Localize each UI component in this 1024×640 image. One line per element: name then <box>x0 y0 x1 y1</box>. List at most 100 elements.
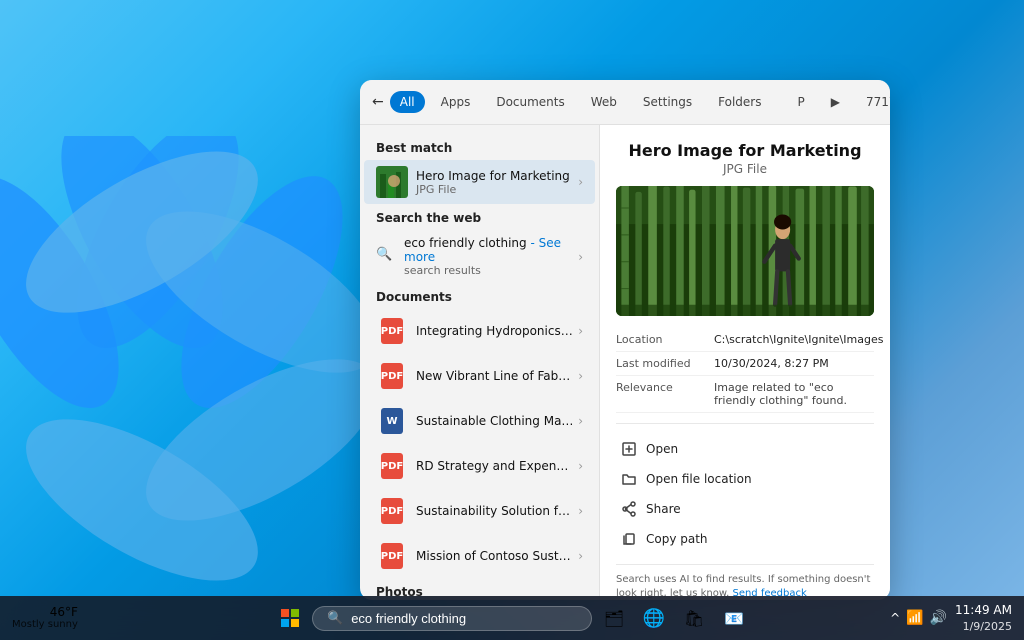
meta-location-value: C:\scratch\Ignite\Ignite\Images <box>714 333 883 346</box>
tab-documents[interactable]: Documents <box>486 91 574 113</box>
folder-icon <box>620 470 638 488</box>
tab-apps[interactable]: Apps <box>431 91 481 113</box>
share-icon <box>620 500 638 518</box>
action-list: Open Open file location Share <box>616 434 874 554</box>
search-window: ← All Apps Documents Web Settings Folder… <box>360 80 890 600</box>
detail-subtitle: JPG File <box>616 162 874 176</box>
meta-relevance: Relevance Image related to "eco friendly… <box>616 376 874 413</box>
taskbar-search-icon: 🔍 <box>327 611 343 626</box>
detail-title: Hero Image for Marketing <box>616 141 874 160</box>
action-copy-path[interactable]: Copy path <box>616 524 874 554</box>
doc-arrow-3: › <box>578 459 583 473</box>
doc-item-4[interactable]: PDF Sustainability Solution for Future .… <box>364 489 595 533</box>
doc-name-2: Sustainable Clothing Marketing ... <box>416 414 574 428</box>
web-search-item[interactable]: 🔍 eco friendly clothing - See more searc… <box>364 230 595 283</box>
best-match-icon <box>376 166 408 198</box>
best-match-header: Best match <box>360 135 599 159</box>
best-match-name: Hero Image for Marketing <box>416 169 574 183</box>
weather-temp: 46°F <box>12 605 78 619</box>
windows-bloom <box>0 136 380 596</box>
taskbar-right: ^ 📶 🔊 11:49 AM 1/9/2025 <box>890 602 1012 634</box>
window-toolbar: ← All Apps Documents Web Settings Folder… <box>360 80 890 125</box>
tab-all[interactable]: All <box>390 91 425 113</box>
taskbar-center: 🔍 🗂 🌐 🛍 📧 <box>272 600 752 636</box>
sound-icon[interactable]: 🔊 <box>930 610 947 626</box>
chevron-icon[interactable]: ^ <box>890 611 900 625</box>
back-button[interactable]: ← <box>372 88 384 116</box>
doc-arrow-5: › <box>578 549 583 563</box>
doc-icon-5: PDF <box>376 540 408 572</box>
taskbar-store[interactable]: 🛍 <box>676 600 712 636</box>
detail-meta: Location C:\scratch\Ignite\Ignite\Images… <box>616 328 874 413</box>
taskbar-left: 46°F Mostly sunny <box>12 605 86 631</box>
doc-icon-3: PDF <box>376 450 408 482</box>
left-panel: Best match Hero Image for Marketing JPG … <box>360 125 600 600</box>
doc-arrow-4: › <box>578 504 583 518</box>
web-search-content: eco friendly clothing - See more search … <box>404 236 574 277</box>
doc-icon-0: PDF <box>376 315 408 347</box>
meta-modified: Last modified 10/30/2024, 8:27 PM <box>616 352 874 376</box>
tab-settings[interactable]: Settings <box>633 91 702 113</box>
copy-icon <box>620 530 638 548</box>
action-open-label: Open <box>646 442 678 456</box>
system-icons: ^ 📶 🔊 <box>890 610 947 626</box>
doc-text-5: Mission of Contoso Sustainable F... <box>416 549 574 563</box>
doc-text-0: Integrating Hydroponics in Manu... <box>416 324 574 338</box>
start-button[interactable] <box>272 600 308 636</box>
documents-header: Documents <box>360 284 599 308</box>
web-search-sub: search results <box>404 264 574 277</box>
window-body: Best match Hero Image for Marketing JPG … <box>360 125 890 600</box>
detail-image <box>616 186 874 316</box>
weather-widget[interactable]: 46°F Mostly sunny <box>12 605 78 631</box>
tab-folders[interactable]: Folders <box>708 91 771 113</box>
tab-play[interactable]: ▶ <box>821 91 850 113</box>
clock[interactable]: 11:49 AM 1/9/2025 <box>955 602 1012 634</box>
meta-modified-label: Last modified <box>616 357 706 370</box>
meta-relevance-value: Image related to "eco friendly clothing"… <box>714 381 874 407</box>
taskbar-edge[interactable]: 🌐 <box>636 600 672 636</box>
doc-text-2: Sustainable Clothing Marketing ... <box>416 414 574 428</box>
meta-relevance-label: Relevance <box>616 381 706 407</box>
doc-item-1[interactable]: PDF New Vibrant Line of Fabrics › <box>364 354 595 398</box>
taskbar-widgets[interactable]: 🗂 <box>596 600 632 636</box>
tab-web[interactable]: Web <box>581 91 627 113</box>
best-match-item[interactable]: Hero Image for Marketing JPG File › <box>364 160 595 204</box>
doc-text-1: New Vibrant Line of Fabrics <box>416 369 574 383</box>
taskbar-mail[interactable]: 📧 <box>716 600 752 636</box>
detail-panel: Hero Image for Marketing JPG File <box>600 125 890 600</box>
doc-name-5: Mission of Contoso Sustainable F... <box>416 549 574 563</box>
tab-7717[interactable]: 7717 <box>856 91 890 113</box>
detail-divider <box>616 423 874 424</box>
web-search-text: eco friendly clothing - See more <box>404 236 574 264</box>
search-icon: 🔍 <box>376 247 396 267</box>
doc-name-1: New Vibrant Line of Fabrics <box>416 369 574 383</box>
best-match-arrow: › <box>578 175 583 189</box>
taskbar-search[interactable]: 🔍 <box>312 606 592 631</box>
doc-item-3[interactable]: PDF RD Strategy and Expenses › <box>364 444 595 488</box>
detail-image-svg <box>616 186 874 316</box>
action-open[interactable]: Open <box>616 434 874 464</box>
best-match-text: Hero Image for Marketing JPG File <box>416 169 574 196</box>
open-icon <box>620 440 638 458</box>
taskbar: 46°F Mostly sunny 🔍 🗂 🌐 🛍 📧 ^ 📶 <box>0 596 1024 640</box>
doc-icon-2: W <box>376 405 408 437</box>
taskbar-search-input[interactable] <box>351 611 571 626</box>
doc-item-2[interactable]: W Sustainable Clothing Marketing ... › <box>364 399 595 443</box>
meta-location: Location C:\scratch\Ignite\Ignite\Images <box>616 328 874 352</box>
tab-p[interactable]: P <box>787 91 814 113</box>
doc-item-0[interactable]: PDF Integrating Hydroponics in Manu... › <box>364 309 595 353</box>
doc-arrow-0: › <box>578 324 583 338</box>
taskbar-time: 11:49 AM <box>955 602 1012 619</box>
footer-divider <box>616 564 874 565</box>
doc-arrow-1: › <box>578 369 583 383</box>
doc-text-4: Sustainability Solution for Future ... <box>416 504 574 518</box>
network-icon[interactable]: 📶 <box>906 610 923 626</box>
best-match-type: JPG File <box>416 183 574 196</box>
weather-desc: Mostly sunny <box>12 619 78 631</box>
action-share[interactable]: Share <box>616 494 874 524</box>
search-web-header: Search the web <box>360 205 599 229</box>
action-share-label: Share <box>646 502 681 516</box>
action-open-location[interactable]: Open file location <box>616 464 874 494</box>
web-search-arrow: › <box>578 250 583 264</box>
doc-item-5[interactable]: PDF Mission of Contoso Sustainable F... … <box>364 534 595 578</box>
